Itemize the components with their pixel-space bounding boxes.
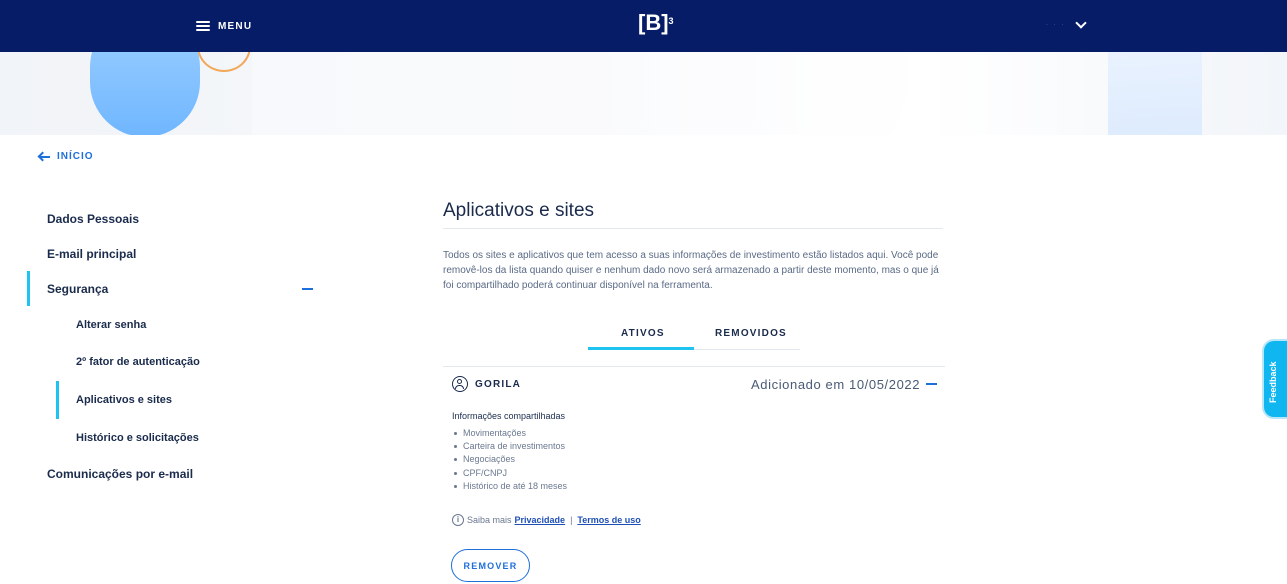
sidebar-item-security[interactable]: Segurança	[47, 281, 108, 297]
app-name: GORILA	[475, 379, 522, 390]
collapse-security-icon[interactable]	[302, 288, 313, 290]
feedback-tab[interactable]: Feedback	[1262, 339, 1287, 419]
learn-more-text: Saiba mais	[467, 515, 512, 525]
user-menu[interactable]: · · ·	[1046, 14, 1087, 36]
sidebar-item-personal-data[interactable]: Dados Pessoais	[47, 211, 139, 227]
card-divider	[443, 366, 945, 367]
page-title: Aplicativos e sites	[443, 200, 595, 221]
shared-info-list: Movimentações Carteira de investimentos …	[452, 427, 567, 493]
privacy-link[interactable]: Privacidade	[515, 515, 566, 525]
banner-pill-shape	[90, 52, 200, 135]
menu-label: MENU	[218, 20, 253, 32]
banner-ring-shape	[197, 52, 251, 72]
menu-button[interactable]: MENU	[196, 16, 252, 36]
collapse-app-button[interactable]	[922, 376, 940, 392]
added-date: Adicionado em 10/05/2022	[751, 377, 921, 392]
list-item: Negociações	[452, 453, 567, 466]
banner-wedge-shape	[890, 52, 930, 135]
info-icon: i	[452, 514, 464, 526]
learn-more-row: i Saiba mais Privacidade | Termos de uso	[452, 514, 641, 526]
list-item: CPF/CNPJ	[452, 467, 567, 480]
feedback-label: Feedback	[1268, 361, 1278, 403]
sidebar-subitem-two-factor[interactable]: 2º fator de autenticação	[76, 354, 200, 370]
user-name: · · ·	[1046, 22, 1066, 28]
sidebar-item-main-email[interactable]: E-mail principal	[47, 246, 136, 262]
logo-text: [B]	[638, 10, 669, 35]
shared-info-title: Informações compartilhadas	[452, 411, 566, 421]
back-to-home-link[interactable]: INÍCIO	[37, 151, 94, 162]
back-label: INÍCIO	[57, 151, 94, 162]
top-bar: MENU [B]3 · · ·	[0, 0, 1287, 52]
logo-superscript: 3	[668, 16, 674, 26]
link-separator: |	[570, 515, 573, 525]
sidebar-active-indicator	[27, 271, 30, 306]
sidebar-item-email-communications[interactable]: Comunicações por e-mail	[47, 466, 193, 482]
minus-icon	[926, 383, 937, 385]
hamburger-icon	[196, 21, 210, 31]
banner-panel-shape	[252, 52, 892, 135]
arrow-left-icon	[37, 151, 50, 162]
sidebar-subitem-history[interactable]: Histórico e solicitações	[76, 430, 199, 446]
title-divider	[443, 228, 943, 229]
list-item: Carteira de investimentos	[452, 440, 567, 453]
tab-removed[interactable]: REMOVIDOS	[715, 328, 787, 339]
chevron-down-icon	[1075, 17, 1087, 29]
page-description: Todos os sites e aplicativos que tem ace…	[443, 250, 939, 291]
list-item: Movimentações	[452, 427, 567, 440]
terms-link[interactable]: Termos de uso	[577, 515, 640, 525]
remove-button[interactable]: REMOVER	[451, 549, 530, 582]
header-banner	[0, 52, 1287, 135]
user-circle-icon	[452, 376, 468, 392]
b3-logo[interactable]: [B]3	[638, 10, 674, 36]
subitem-active-indicator	[56, 381, 59, 419]
tab-active[interactable]: ATIVOS	[621, 328, 665, 339]
sidebar-subitem-change-password[interactable]: Alterar senha	[76, 317, 146, 333]
sidebar-subitem-apps-sites[interactable]: Aplicativos e sites	[76, 392, 172, 408]
active-tab-underline	[588, 347, 694, 350]
banner-right-shape	[1108, 52, 1202, 135]
list-item: Histórico de até 18 meses	[452, 480, 567, 493]
